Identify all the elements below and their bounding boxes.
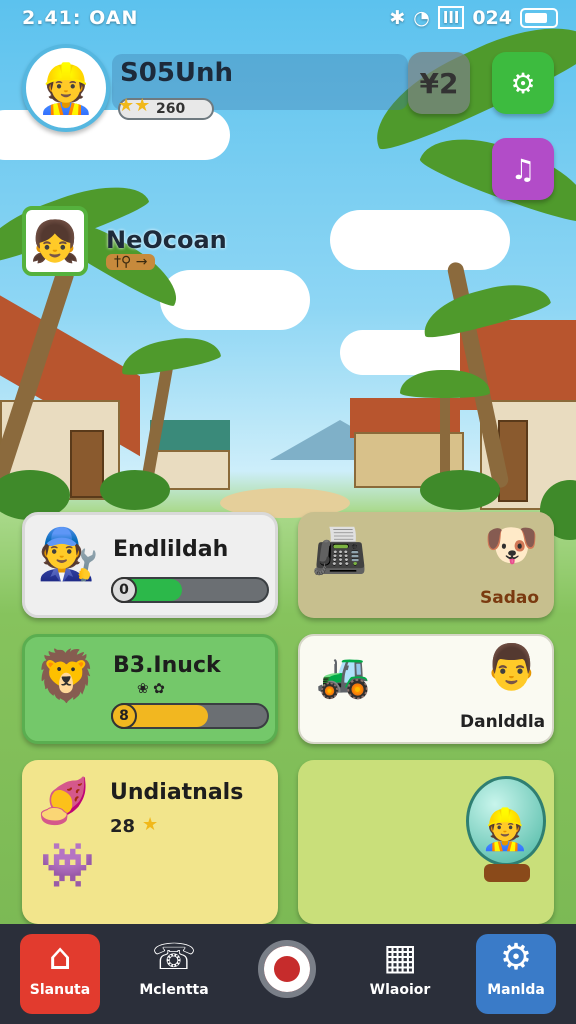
monster-icon: 👾 xyxy=(40,840,95,891)
progress-number: 8 xyxy=(111,703,137,729)
wifi-icon: ◔ xyxy=(413,6,430,29)
dog-icon: 🐶 xyxy=(484,520,539,571)
card-title: Undiatnals xyxy=(110,780,244,805)
gear-icon: ⚙ xyxy=(499,937,533,978)
friend-name: NeOcoan xyxy=(106,226,227,254)
star-icon: ★★ xyxy=(118,95,151,116)
star-icon: ★ xyxy=(142,814,159,835)
nav-grid[interactable]: ▦ Wlaoior xyxy=(360,934,440,1014)
globe-stand xyxy=(484,864,530,882)
grid-icon: ▦ xyxy=(382,937,417,978)
worker-icon: 🧑‍🔧 xyxy=(37,525,100,583)
task-card-2[interactable]: 📠 🐶 Sadao xyxy=(298,512,554,618)
card-label: Danlddla xyxy=(460,712,546,732)
record-button[interactable] xyxy=(258,940,316,998)
cloud xyxy=(330,210,510,270)
progress-number: 0 xyxy=(111,577,137,603)
nav-label: Mclentta xyxy=(139,982,209,998)
cloud xyxy=(340,330,480,375)
signal-icon: lll xyxy=(437,6,465,29)
home-icon: ⌂ xyxy=(48,937,72,978)
card-title: B3.Inuck xyxy=(113,653,221,678)
gear-icon: ⚙ xyxy=(510,66,536,100)
settings-button[interactable]: ⚙ xyxy=(492,52,554,114)
player-name: S05Unh xyxy=(120,58,234,88)
task-card-3[interactable]: 🦁 B3.Inuck ❀ ✿ 8 xyxy=(22,634,278,744)
task-card-5[interactable]: 🍠 👾 Undiatnals 28 ★ xyxy=(22,760,278,924)
status-time: 2.41: OAN xyxy=(22,7,139,29)
status-icons: ✱ ◔ lll 024 xyxy=(389,6,558,29)
task-card-4[interactable]: 🚜 👨 Danlddla xyxy=(298,634,554,744)
food-icon: 🍠 xyxy=(36,776,91,827)
status-bar: 2.41: OAN ✱ ◔ lll 024 xyxy=(0,0,576,36)
farmer-icon: 👨 xyxy=(484,642,539,693)
friend-tools: †⚲ → xyxy=(106,254,156,270)
card-title: Endlildah xyxy=(113,537,229,562)
task-card-1[interactable]: 🧑‍🔧 Endlildah 0 xyxy=(22,512,278,618)
phone-icon: ☏ xyxy=(151,937,197,978)
music-icon: ♫ xyxy=(510,152,536,186)
girl-avatar-icon: 👧 xyxy=(30,218,80,265)
bluetooth-icon: ✱ xyxy=(389,6,406,29)
status-indicator: 024 xyxy=(472,6,512,29)
card-label: Sadao xyxy=(480,588,540,608)
music-button[interactable]: ♫ xyxy=(492,138,554,200)
card-subtitle: 28 xyxy=(110,816,136,837)
nav-label: Slanuta xyxy=(29,982,91,998)
worker-icon: 👷 xyxy=(480,807,530,853)
friend-avatar[interactable]: 👧 xyxy=(22,206,88,276)
nav-settings[interactable]: ⚙ Manlda xyxy=(476,934,556,1014)
nav-home[interactable]: ⌂ Slanuta xyxy=(20,934,100,1014)
nav-label: Wlaoior xyxy=(369,982,431,998)
lion-icon: 🦁 xyxy=(35,647,98,705)
card-subtitle: ❀ ✿ xyxy=(137,681,165,697)
bottom-navigation: ⌂ Slanuta ☏ Mclentta ▦ Wlaoior ⚙ Manlda xyxy=(0,924,576,1024)
player-avatar[interactable]: 👷 xyxy=(22,44,110,132)
task-card-6[interactable]: 👷 xyxy=(298,760,554,924)
battery-icon xyxy=(520,7,558,28)
worker-avatar-icon: 👷 xyxy=(36,60,96,117)
cloud xyxy=(160,270,310,330)
machine-icon: 📠 xyxy=(312,526,367,577)
tractor-icon: 🚜 xyxy=(316,650,371,701)
coin-count-button[interactable]: ¥2 xyxy=(408,52,470,114)
nav-contacts[interactable]: ☏ Mclentta xyxy=(134,934,214,1014)
nav-label: Manlda xyxy=(487,982,545,998)
